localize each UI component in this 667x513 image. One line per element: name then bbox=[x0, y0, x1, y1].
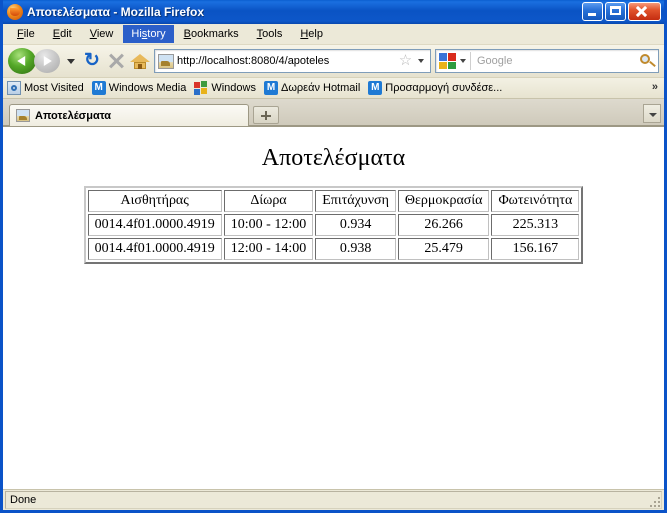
window-title: Αποτελέσματα - Mozilla Firefox bbox=[27, 5, 204, 19]
bookmark-hotmail[interactable]: M Δωρεάν Hotmail bbox=[263, 81, 361, 95]
bookmark-most-visited[interactable]: Most Visited bbox=[7, 81, 84, 95]
cell-temperature: 26.266 bbox=[397, 214, 490, 236]
status-panel: Done bbox=[5, 491, 662, 509]
results-table-wrapper: Αισθητήρας Δίωρα Επιτάχυνση Θερμοκρασία … bbox=[3, 186, 664, 264]
menu-history[interactable]: History bbox=[123, 25, 174, 43]
table-row: 0014.4f01.0000.4919 12:00 - 14:00 0.938 … bbox=[87, 238, 580, 260]
page-favicon-icon bbox=[16, 109, 30, 122]
col-header-temperature: Θερμοκρασία bbox=[397, 190, 490, 212]
menu-help[interactable]: Help bbox=[292, 25, 331, 43]
menu-bookmarks[interactable]: Bookmarks bbox=[176, 25, 247, 43]
table-header-row: Αισθητήρας Δίωρα Επιτάχυνση Θερμοκρασία … bbox=[87, 190, 580, 212]
bookmark-label: Most Visited bbox=[24, 82, 84, 94]
home-button[interactable] bbox=[130, 51, 150, 71]
page-content: Αποτελέσματα Αισθητήρας Δίωρα Επιτάχυνση… bbox=[3, 126, 664, 489]
url-dropdown-icon[interactable] bbox=[418, 59, 424, 63]
col-header-sensor: Αισθητήρας bbox=[87, 190, 222, 212]
col-header-luminosity: Φωτεινότητα bbox=[491, 190, 580, 212]
navigation-toolbar: ↻ http://localhost:8080/4/apoteles ☆ Goo… bbox=[3, 45, 664, 78]
title-bar: Αποτελέσματα - Mozilla Firefox bbox=[3, 0, 664, 24]
search-engine-dropdown-icon[interactable] bbox=[460, 59, 466, 63]
google-icon bbox=[438, 52, 458, 70]
back-button[interactable] bbox=[8, 48, 36, 74]
menu-bar: File Edit View History Bookmarks Tools H… bbox=[3, 24, 664, 45]
col-header-timeslot: Δίωρα bbox=[223, 190, 314, 212]
bookmark-label: Δωρεάν Hotmail bbox=[280, 82, 361, 94]
menu-view[interactable]: View bbox=[82, 25, 122, 43]
minimize-button[interactable] bbox=[582, 2, 603, 21]
reload-button[interactable]: ↻ bbox=[82, 51, 102, 71]
browser-window: Αποτελέσματα - Mozilla Firefox File Edit… bbox=[0, 0, 667, 513]
bookmark-star-icon[interactable]: ☆ bbox=[398, 53, 413, 69]
cell-timeslot: 12:00 - 14:00 bbox=[223, 238, 314, 260]
cell-acceleration: 0.938 bbox=[315, 238, 396, 260]
search-input[interactable]: Google bbox=[471, 55, 638, 67]
new-tab-button[interactable] bbox=[253, 106, 279, 124]
bookmark-label: Windows bbox=[211, 82, 256, 94]
close-button[interactable] bbox=[628, 2, 661, 21]
bookmark-windows-media[interactable]: M Windows Media bbox=[91, 81, 187, 95]
col-header-acceleration: Επιτάχυνση bbox=[315, 190, 396, 212]
bookmark-label: Προσαρμογή συνδέσε... bbox=[385, 82, 503, 94]
cell-sensor: 0014.4f01.0000.4919 bbox=[87, 238, 222, 260]
bookmarks-overflow-icon[interactable]: » bbox=[652, 81, 658, 93]
menu-file[interactable]: File bbox=[9, 25, 43, 43]
cell-timeslot: 10:00 - 12:00 bbox=[223, 214, 314, 236]
forward-button bbox=[34, 49, 60, 73]
tab-label: Αποτελέσματα bbox=[35, 109, 112, 122]
cell-luminosity: 225.313 bbox=[491, 214, 580, 236]
cell-acceleration: 0.934 bbox=[315, 214, 396, 236]
resize-grip[interactable] bbox=[650, 497, 662, 509]
site-favicon-icon bbox=[158, 53, 174, 69]
msn-icon: M bbox=[263, 81, 278, 95]
results-table: Αισθητήρας Δίωρα Επιτάχυνση Θερμοκρασία … bbox=[83, 186, 584, 264]
windows-logo-icon bbox=[194, 81, 208, 95]
most-visited-icon bbox=[7, 81, 21, 95]
page-title: Αποτελέσματα bbox=[261, 145, 406, 171]
bookmarks-toolbar: Most Visited M Windows Media Windows M Δ… bbox=[3, 78, 664, 99]
search-icon[interactable] bbox=[638, 52, 658, 70]
cell-luminosity: 156.167 bbox=[491, 238, 580, 260]
cell-temperature: 25.479 bbox=[397, 238, 490, 260]
msn-icon: M bbox=[91, 81, 106, 95]
tab-bar: Αποτελέσματα bbox=[3, 99, 664, 126]
search-bar[interactable]: Google bbox=[435, 49, 659, 73]
firefox-icon bbox=[7, 4, 23, 20]
chevron-down-icon[interactable] bbox=[67, 58, 75, 64]
msn-icon: M bbox=[368, 81, 383, 95]
status-bar: Done bbox=[3, 489, 664, 510]
url-input[interactable]: http://localhost:8080/4/apoteles bbox=[177, 55, 398, 67]
bookmark-windows[interactable]: Windows bbox=[194, 81, 256, 95]
window-controls bbox=[582, 2, 661, 21]
maximize-button[interactable] bbox=[605, 2, 626, 21]
menu-edit[interactable]: Edit bbox=[45, 25, 80, 43]
status-text: Done bbox=[10, 494, 37, 506]
table-row: 0014.4f01.0000.4919 10:00 - 12:00 0.934 … bbox=[87, 214, 580, 236]
cell-sensor: 0014.4f01.0000.4919 bbox=[87, 214, 222, 236]
bookmark-customize-links[interactable]: M Προσαρμογή συνδέσε... bbox=[368, 81, 502, 95]
bookmark-label: Windows Media bbox=[108, 82, 187, 94]
tab-list-button[interactable] bbox=[643, 104, 661, 123]
menu-tools[interactable]: Tools bbox=[249, 25, 291, 43]
stop-button bbox=[106, 51, 126, 71]
url-bar[interactable]: http://localhost:8080/4/apoteles ☆ bbox=[154, 49, 431, 73]
tab-apotelesmata[interactable]: Αποτελέσματα bbox=[9, 104, 249, 126]
